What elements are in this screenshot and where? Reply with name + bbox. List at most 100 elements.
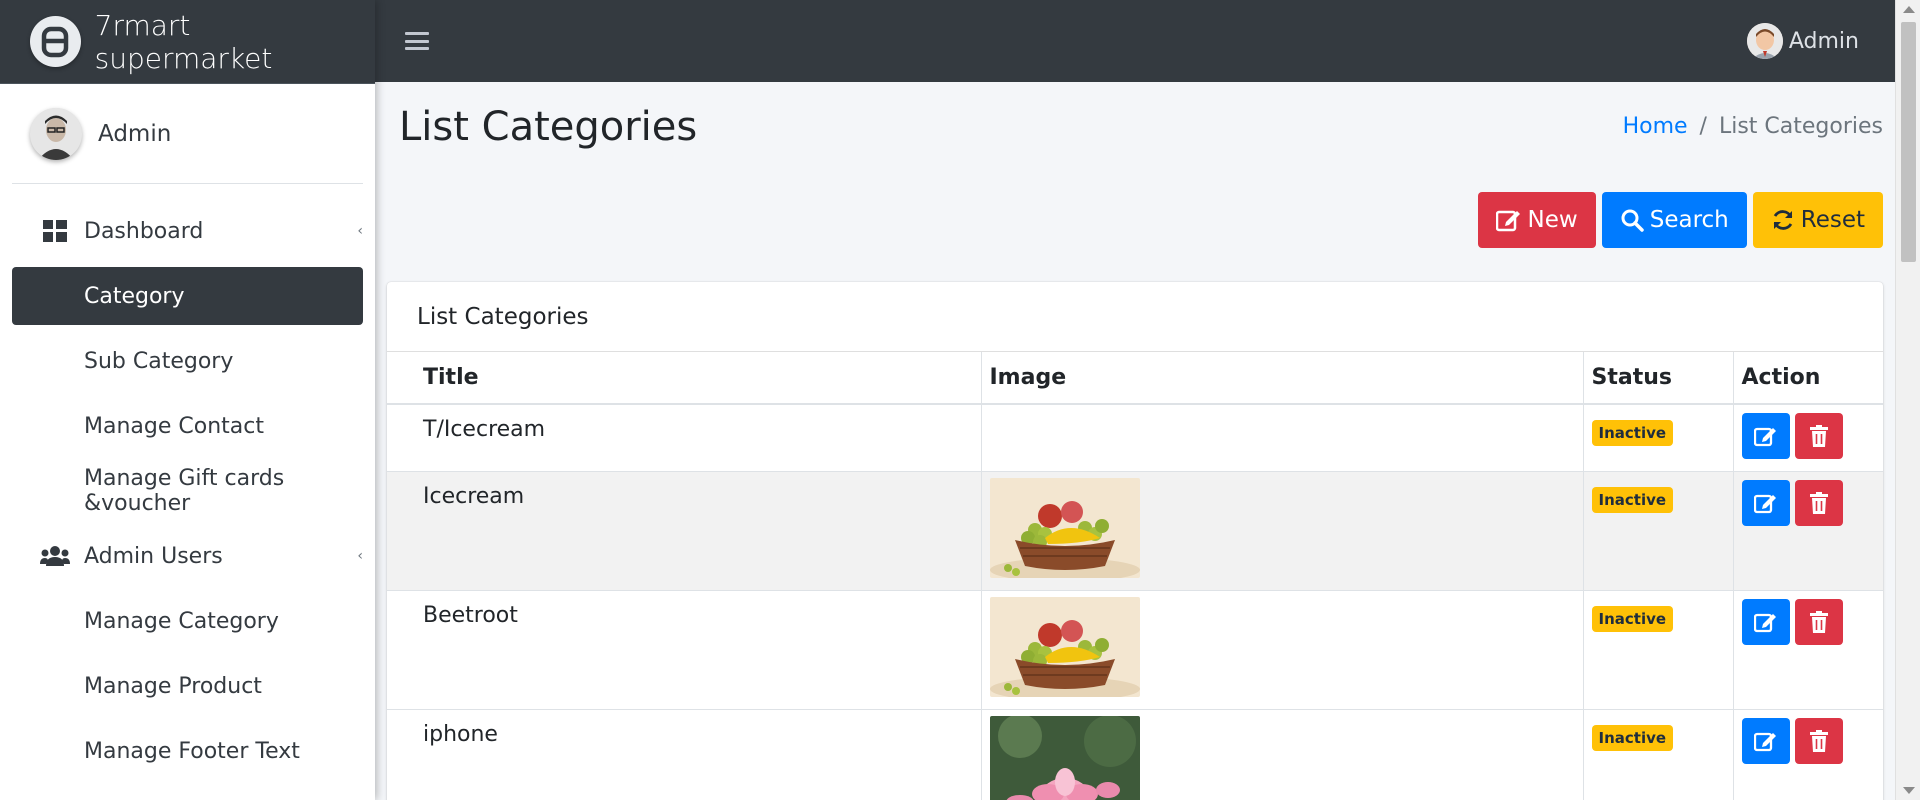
user-menu[interactable]: Admin: [1746, 23, 1859, 59]
column-header-status[interactable]: Status: [1583, 352, 1734, 405]
row-image-cell: [981, 590, 1584, 710]
row-action-cell: [1733, 590, 1883, 710]
edit-button[interactable]: [1741, 413, 1790, 459]
status-badge: Inactive: [1591, 606, 1674, 632]
status-badge: Inactive: [1591, 420, 1674, 446]
sidebar-item-manage-footer-text[interactable]: Manage Footer Text: [12, 722, 363, 780]
table-row: T/Icecream Inactive: [387, 403, 1883, 472]
scroll-down-icon[interactable]: [1903, 787, 1915, 794]
delete-button[interactable]: [1794, 413, 1843, 459]
avatar: [30, 107, 82, 160]
card-title: List Categories: [387, 282, 1883, 352]
row-action-cell: [1733, 471, 1883, 591]
breadcrumb-home-link[interactable]: Home: [1623, 114, 1688, 139]
lotus-flower-image: [989, 716, 1140, 800]
brand-name: 7rmart supermarket: [94, 8, 273, 75]
trash-icon: [1809, 492, 1828, 514]
row-action-cell: [1733, 709, 1883, 800]
row-image-cell: [981, 471, 1584, 591]
action-buttons: New Search Reset: [1477, 192, 1883, 248]
scroll-up-icon[interactable]: [1903, 6, 1915, 13]
row-image-empty: [981, 403, 1584, 472]
edit-icon: [1753, 427, 1776, 447]
trash-icon: [1809, 425, 1828, 447]
breadcrumb-separator: /: [1699, 114, 1707, 139]
sidebar-item-admin-users[interactable]: Admin Users ‹: [12, 527, 363, 585]
sidebar-user-name: Admin: [98, 120, 172, 147]
sidebar-item-label: Manage Contact: [84, 413, 264, 439]
caret-left-icon: ‹: [357, 223, 363, 239]
fruit-basket-image: [989, 478, 1140, 578]
brand-link[interactable]: 7rmart supermarket: [0, 0, 375, 84]
content-wrapper: List Categories Home / List Categories N…: [375, 82, 1895, 800]
brand-logo-icon: [30, 16, 81, 67]
refresh-icon: [1773, 210, 1793, 230]
edit-icon: [1753, 494, 1776, 514]
row-title: T/Icecream: [387, 403, 982, 472]
caret-left-icon: ‹: [357, 548, 363, 564]
row-title: iphone: [387, 709, 982, 800]
row-action-cell: [1733, 403, 1883, 472]
trash-icon: [1809, 611, 1828, 633]
sidebar-item-manage-category[interactable]: Manage Category: [12, 592, 363, 650]
edit-icon: [1753, 613, 1776, 633]
edit-button[interactable]: [1741, 718, 1790, 764]
reset-button[interactable]: Reset: [1752, 192, 1883, 248]
row-status-cell: Inactive: [1583, 709, 1734, 800]
delete-button[interactable]: [1794, 599, 1843, 645]
search-button-label: Search: [1649, 207, 1729, 233]
breadcrumb: Home / List Categories: [1623, 114, 1883, 139]
sidebar-item-manage-gift-cards[interactable]: Manage Gift cards &voucher: [12, 462, 363, 520]
table-row: iphone Inactive: [387, 709, 1883, 800]
edit-icon: [1495, 210, 1520, 232]
avatar: [1746, 23, 1783, 59]
menu-toggle-icon[interactable]: [405, 29, 429, 53]
edit-button[interactable]: [1741, 599, 1790, 645]
sidebar-item-label: Dashboard: [84, 218, 204, 244]
row-status-cell: Inactive: [1583, 471, 1734, 591]
top-navbar: Admin: [375, 0, 1895, 82]
column-header-title[interactable]: Title: [387, 352, 982, 405]
categories-table: Title Image Status Action T/Icecream Ina…: [387, 352, 1883, 800]
sidebar-item-label: Category: [84, 283, 185, 309]
categories-card: List Categories Title Image Status Actio…: [387, 282, 1883, 800]
sidebar-item-label: Sub Category: [84, 348, 234, 374]
breadcrumb-current: List Categories: [1718, 114, 1883, 139]
new-button[interactable]: New: [1477, 192, 1596, 248]
row-status-cell: Inactive: [1583, 403, 1734, 472]
table-header-row: Title Image Status Action: [387, 352, 1883, 405]
sidebar-item-manage-product[interactable]: Manage Product: [12, 657, 363, 715]
search-icon: [1621, 209, 1644, 232]
scrollbar-thumb[interactable]: [1901, 22, 1916, 262]
sidebar-item-label: Manage Footer Text: [84, 738, 300, 764]
table-row: Beetroot Inactive: [387, 590, 1883, 710]
page-scrollbar[interactable]: [1895, 0, 1920, 800]
sidebar-item-label: Manage Product: [84, 673, 262, 699]
fruit-basket-image: [989, 597, 1140, 697]
row-image-cell: [981, 709, 1584, 800]
delete-button[interactable]: [1794, 718, 1843, 764]
column-header-image[interactable]: Image: [981, 352, 1584, 405]
column-header-action[interactable]: Action: [1733, 352, 1883, 405]
reset-button-label: Reset: [1800, 207, 1865, 233]
edit-icon: [1753, 732, 1776, 752]
status-badge: Inactive: [1591, 725, 1674, 751]
row-title: Beetroot: [387, 590, 982, 710]
sidebar-item-label: Admin Users: [84, 543, 223, 569]
sidebar-menu: Dashboard ‹ Category Sub Category Manage…: [0, 184, 375, 780]
page-title: List Categories: [399, 104, 698, 150]
top-user-name: Admin: [1788, 28, 1859, 54]
dashboard-icon: [40, 218, 70, 244]
delete-button[interactable]: [1794, 480, 1843, 526]
sidebar-item-manage-contact[interactable]: Manage Contact: [12, 397, 363, 455]
row-status-cell: Inactive: [1583, 590, 1734, 710]
sidebar-item-sub-category[interactable]: Sub Category: [12, 332, 363, 390]
sidebar-item-category[interactable]: Category: [12, 267, 363, 325]
sidebar-item-label: Manage Category: [84, 608, 279, 634]
row-title: Icecream: [387, 471, 982, 591]
search-button[interactable]: Search: [1601, 192, 1747, 248]
sidebar-item-dashboard[interactable]: Dashboard ‹: [12, 202, 363, 260]
sidebar-user-panel[interactable]: Admin: [12, 84, 363, 184]
edit-button[interactable]: [1741, 480, 1790, 526]
new-button-label: New: [1527, 207, 1578, 233]
